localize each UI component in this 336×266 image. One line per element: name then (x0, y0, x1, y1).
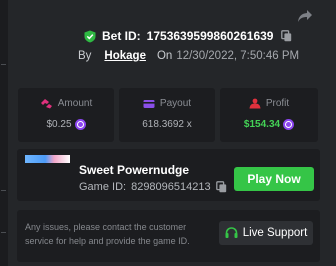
edge-divider (1, 190, 6, 191)
payout-icon (143, 99, 155, 108)
profit-label: Profit (265, 98, 290, 109)
game-card: Sweet Powernudge Game ID: 8298096514213 … (17, 149, 320, 201)
payout-stat-card: Payout 618.3692 x (119, 88, 215, 142)
live-support-label: Live Support (242, 227, 308, 239)
bet-id-value: 1753639599860261639 (146, 29, 274, 43)
live-support-button[interactable]: Live Support (219, 221, 313, 245)
game-thumbnail[interactable] (25, 155, 70, 163)
game-id-value: 8298096514213 (131, 181, 211, 193)
amount-value: $0.25 (46, 119, 72, 130)
bet-id-row: Bet ID: 1753639599860261639 (84, 28, 292, 44)
bet-id-label: Bet ID: (102, 29, 141, 43)
support-section: Any issues, please contact the customer … (17, 210, 320, 262)
coin-icon (74, 119, 86, 130)
amount-icon (40, 99, 52, 109)
amount-stat-card: Amount $0.25 (18, 88, 114, 142)
game-name: Sweet Powernudge (79, 163, 190, 177)
profit-stat-card: Profit $154.34 (220, 88, 318, 142)
game-id-row: Game ID: 8298096514213 (79, 181, 227, 193)
bet-timestamp: 12/30/2022, 7:50:46 PM (176, 50, 300, 62)
game-id-label: Game ID: (79, 181, 127, 193)
left-edge-bar (0, 0, 8, 266)
copy-icon[interactable] (215, 181, 227, 193)
coin-icon (283, 119, 295, 130)
edge-divider (1, 64, 6, 65)
bet-meta-row: By Hokage On 12/30/2022, 7:50:46 PM (78, 48, 299, 64)
play-now-button[interactable]: Play Now (234, 167, 314, 191)
by-label: By (78, 50, 92, 62)
profit-icon (249, 98, 261, 109)
payout-label: Payout (159, 98, 192, 109)
support-message: Any issues, please contact the customer … (25, 222, 190, 246)
edge-divider (1, 232, 6, 233)
copy-icon[interactable] (281, 30, 292, 42)
on-label: On (156, 50, 173, 62)
profit-value: $154.34 (243, 119, 281, 130)
verified-shield-icon (84, 30, 96, 42)
username-link[interactable]: Hokage (104, 50, 146, 62)
share-icon[interactable] (297, 9, 313, 23)
headset-icon (225, 227, 238, 238)
payout-value: 618.3692 x (142, 119, 192, 130)
amount-label: Amount (57, 98, 93, 109)
